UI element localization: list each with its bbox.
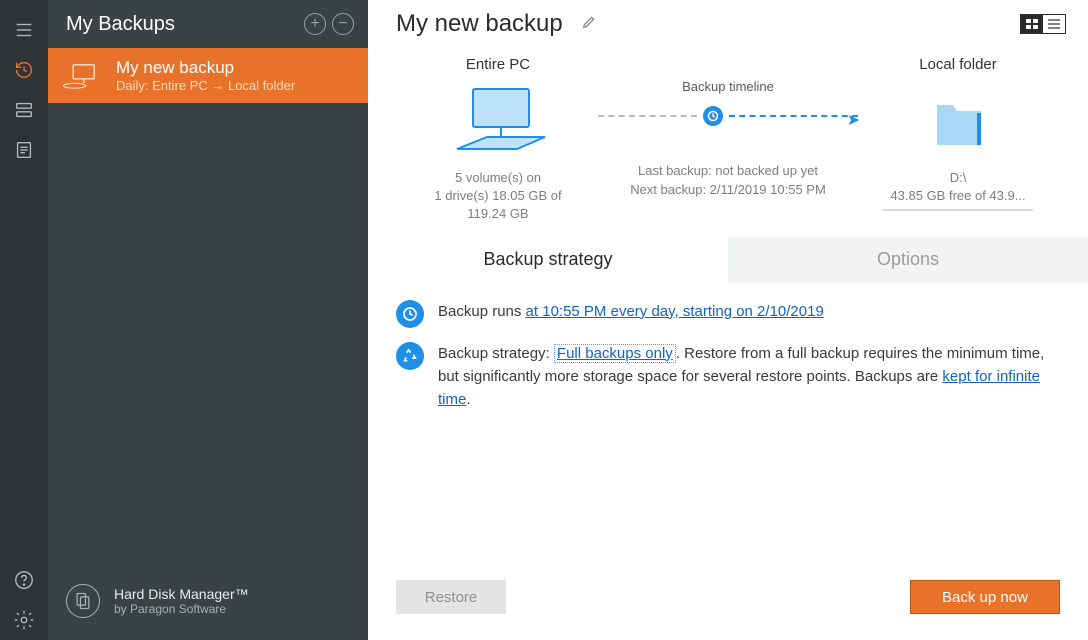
recycle-icon (396, 342, 424, 370)
destination-column: Local folder D:\ 43.85 GB free of 43.9..… (858, 56, 1058, 224)
tabs: Backup strategy Options (368, 238, 1088, 282)
source-pc-icon (398, 83, 598, 161)
destination-path: D:\ (858, 169, 1058, 187)
timeline-column: Backup timeline ➤ Last backup: not backe… (598, 56, 858, 224)
nav-rail (0, 0, 48, 640)
schedule-link[interactable]: at 10:55 PM every day, starting on 2/10/… (526, 303, 824, 320)
layout-toggle (1020, 14, 1066, 34)
product-footer: Hard Disk Manager™ by Paragon Software (48, 566, 368, 640)
destination-free: 43.85 GB free of 43.9... (858, 187, 1058, 205)
tab-options[interactable]: Options (728, 238, 1088, 282)
add-backup-button[interactable]: + (304, 13, 326, 35)
restore-button[interactable]: Restore (396, 580, 506, 614)
product-name: Hard Disk Manager™ (114, 586, 249, 602)
remove-backup-button[interactable]: − (332, 13, 354, 35)
source-info-line1: 5 volume(s) on (398, 169, 598, 187)
tab-strategy[interactable]: Backup strategy (368, 238, 728, 282)
source-info-line2: 1 drive(s) 18.05 GB of (398, 187, 598, 205)
source-column: Entire PC 5 volume(s) on 1 drive(s) 18.0… (398, 56, 598, 224)
last-backup-text: Last backup: not backed up yet (630, 162, 826, 181)
backup-item-title: My new backup (116, 58, 295, 78)
document-icon[interactable] (0, 130, 48, 170)
product-vendor: by Paragon Software (114, 602, 249, 616)
pc-icon (62, 61, 104, 91)
layout-grid-button[interactable] (1021, 15, 1043, 33)
source-title: Entire PC (398, 56, 598, 73)
edit-title-icon[interactable] (581, 14, 597, 35)
backup-list-item[interactable]: My new backup Daily: Entire PC → Local f… (48, 48, 368, 103)
page-title: My new backup (396, 10, 563, 38)
backup-item-subtitle: Daily: Entire PC → Local folder (116, 78, 295, 93)
strategy-type-link[interactable]: Full backups only (554, 344, 676, 363)
destination-title: Local folder (858, 56, 1058, 73)
history-icon[interactable] (0, 50, 48, 90)
clock-icon (396, 300, 424, 328)
main-panel: My new backup Entire PC (368, 0, 1088, 640)
strategy-body: Backup runs at 10:55 PM every day, start… (368, 282, 1088, 444)
timeline-clock-icon (703, 106, 723, 126)
sidebar-title: My Backups (66, 13, 298, 36)
sidebar: My Backups + − My new backup Daily: Enti… (48, 0, 368, 640)
next-backup-text: Next backup: 2/11/2019 10:55 PM (630, 181, 826, 200)
strategy-prefix: Backup strategy: (438, 345, 554, 362)
folder-icon (858, 83, 1058, 161)
drives-icon[interactable] (0, 90, 48, 130)
timeline-label: Backup timeline (682, 79, 774, 94)
settings-icon[interactable] (0, 600, 48, 640)
strategy-end: . (466, 391, 470, 408)
backup-now-button[interactable]: Back up now (910, 580, 1060, 614)
source-info-line3: 119.24 GB (398, 205, 598, 223)
runs-prefix: Backup runs (438, 303, 526, 320)
menu-icon[interactable] (0, 10, 48, 50)
help-icon[interactable] (0, 560, 48, 600)
layout-list-button[interactable] (1043, 15, 1065, 33)
product-logo-icon (66, 584, 100, 618)
arrow-right-icon: ➤ (847, 110, 860, 130)
